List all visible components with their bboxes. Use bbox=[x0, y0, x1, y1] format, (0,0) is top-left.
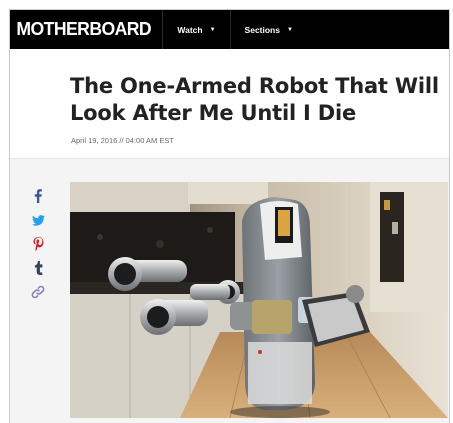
top-navbar: MOTHERBOARD Watch ▼ Sections ▼ bbox=[10, 10, 449, 49]
article-dateline: April 19, 2016 // 04:00 AM EST bbox=[71, 136, 174, 145]
nav-sections-menu[interactable]: Sections ▼ bbox=[229, 10, 307, 49]
article-body bbox=[10, 159, 449, 423]
share-facebook-button[interactable] bbox=[28, 185, 48, 207]
site-logo[interactable]: MOTHERBOARD bbox=[12, 10, 161, 49]
share-twitter-button[interactable] bbox=[28, 209, 48, 231]
caret-down-icon: ▼ bbox=[286, 26, 293, 33]
caret-down-icon: ▼ bbox=[209, 26, 216, 33]
pinterest-icon bbox=[33, 237, 43, 251]
share-pinterest-button[interactable] bbox=[28, 233, 48, 255]
share-tumblr-button[interactable] bbox=[28, 257, 48, 279]
nav-sections-label: Sections bbox=[244, 24, 280, 35]
tumblr-icon bbox=[34, 261, 42, 275]
browser-viewport: MOTHERBOARD Watch ▼ Sections ▼ The One-A… bbox=[9, 9, 450, 423]
robot-kitchen-illustration bbox=[70, 182, 448, 418]
nav-watch-label: Watch bbox=[177, 24, 203, 35]
facebook-icon bbox=[34, 189, 42, 203]
twitter-icon bbox=[31, 214, 45, 226]
share-bar bbox=[28, 185, 48, 305]
hero-image bbox=[70, 182, 448, 418]
article-header: The One-Armed Robot That Will Look After… bbox=[10, 49, 449, 159]
link-icon bbox=[31, 285, 45, 299]
copy-link-button[interactable] bbox=[28, 281, 48, 303]
article-title: The One-Armed Robot That Will Look After… bbox=[70, 74, 439, 125]
nav-watch-menu[interactable]: Watch ▼ bbox=[162, 10, 229, 49]
